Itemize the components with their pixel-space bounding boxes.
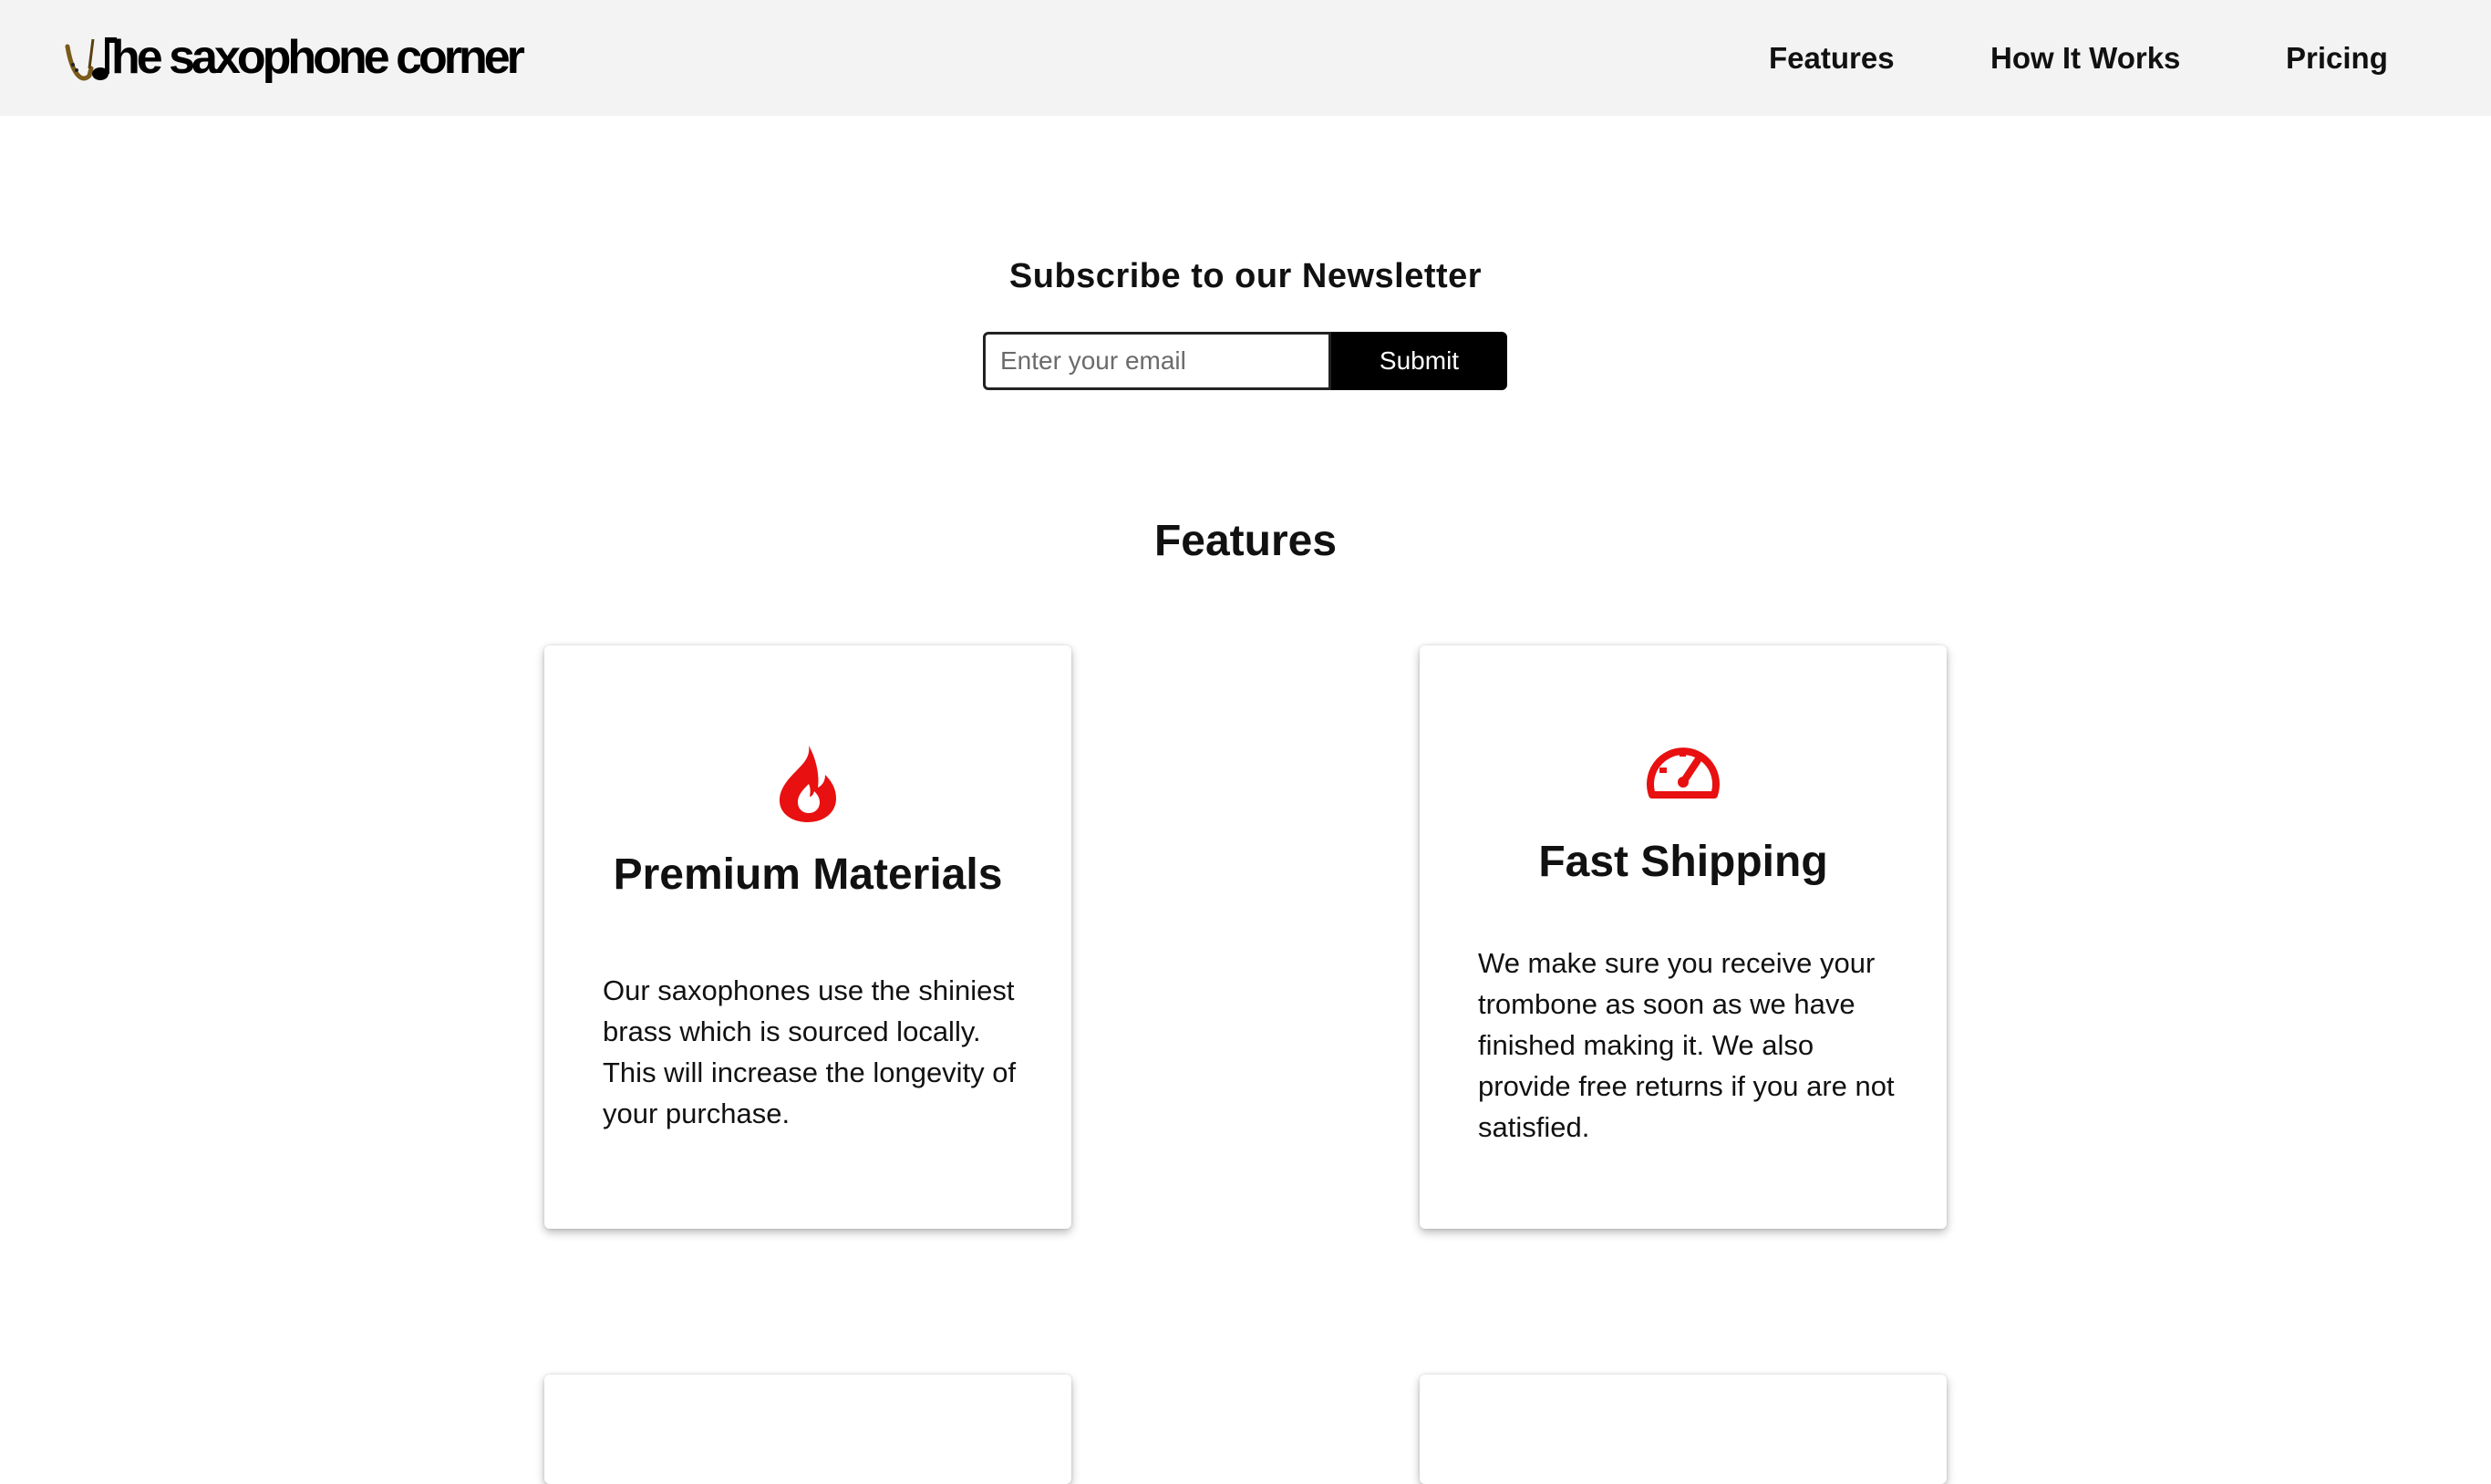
feature-card-title: Premium Materials (613, 850, 1003, 899)
nav-link-how-it-works[interactable]: How It Works (1990, 0, 2180, 116)
flame-icon-wrapper (544, 744, 1071, 824)
feature-card: Fast Shipping We make sure you receive y… (1420, 645, 1947, 1229)
logo-text: he saxophone corner (111, 31, 525, 84)
saxophone-logo-icon (65, 37, 117, 81)
newsletter-title: Subscribe to our Newsletter (1008, 257, 1483, 295)
nav-link-pricing[interactable]: Pricing (2286, 0, 2388, 116)
speedometer-icon-wrapper (1420, 738, 1947, 800)
flame-icon (780, 746, 836, 822)
feature-card-text: We make sure you receive your trombone a… (1478, 947, 1895, 1143)
site-header: he saxophone corner Features How It Work… (0, 0, 2491, 116)
feature-card (544, 1375, 1071, 1484)
feature-card-text: Our saxophones use the shiniest brass wh… (603, 974, 1017, 1129)
feature-card-title: Fast Shipping (1538, 838, 1828, 886)
feature-card: Premium Materials Our saxophones use the… (544, 645, 1071, 1229)
features-heading: Features (1153, 517, 1338, 565)
submit-button[interactable]: Submit (1331, 332, 1507, 390)
email-input[interactable] (983, 332, 1331, 390)
nav-link-features[interactable]: Features (1769, 0, 1895, 116)
site-logo[interactable]: he saxophone corner (58, 26, 525, 89)
feature-card (1420, 1375, 1947, 1484)
speedometer-icon (1647, 747, 1720, 799)
